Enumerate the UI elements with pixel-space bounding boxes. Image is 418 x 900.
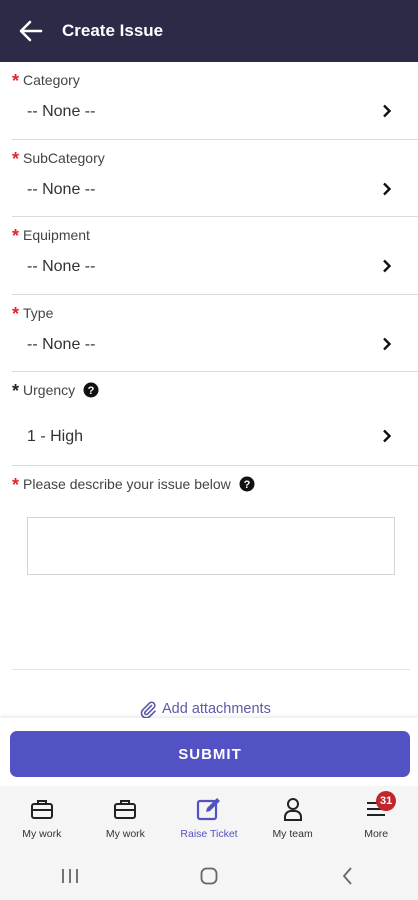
equipment-label: Equipment xyxy=(23,227,90,243)
add-attachments-label: Add attachments xyxy=(162,701,271,717)
recent-apps-button[interactable] xyxy=(40,856,100,896)
tab-my-work[interactable]: My work xyxy=(0,786,84,852)
category-value: -- None -- xyxy=(27,103,96,120)
tab-label: My team xyxy=(272,828,313,840)
urgency-field[interactable]: * Urgency ? 1 - High xyxy=(0,372,418,466)
home-icon xyxy=(200,867,218,885)
submit-bar: SUBMIT xyxy=(0,718,418,786)
system-navigation-bar xyxy=(0,852,418,900)
svg-text:?: ? xyxy=(88,385,95,397)
briefcase-icon xyxy=(30,800,53,819)
required-asterisk-icon: * xyxy=(12,475,20,495)
type-field[interactable]: * Type -- None -- xyxy=(0,295,418,372)
chevron-right-icon xyxy=(383,429,392,443)
tab-label: Raise Ticket xyxy=(180,828,238,840)
required-asterisk-icon: * xyxy=(12,148,20,169)
back-button[interactable] xyxy=(0,0,62,62)
app-header: Create Issue xyxy=(0,0,418,62)
home-button[interactable] xyxy=(179,856,239,896)
subcategory-field[interactable]: * SubCategory -- None -- xyxy=(0,140,418,217)
paperclip-icon xyxy=(140,701,156,718)
type-label: Type xyxy=(23,304,54,321)
required-asterisk-icon: * xyxy=(12,381,20,401)
urgency-label: Urgency xyxy=(23,382,76,398)
equipment-field[interactable]: * Equipment -- None -- xyxy=(0,217,418,295)
tab-label: More xyxy=(364,828,389,840)
description-label-row: * Please describe your issue below ? xyxy=(12,475,255,495)
category-label: Category xyxy=(23,72,80,88)
back-chevron-icon xyxy=(343,867,352,885)
description-textarea[interactable] xyxy=(27,517,395,575)
bottom-tab-bar: My work My work Raise Ticket My team 31 … xyxy=(0,786,418,852)
chevron-right-icon xyxy=(383,259,392,273)
tab-my-work-2[interactable]: My work xyxy=(84,786,168,852)
category-field[interactable]: * Category -- None -- xyxy=(0,62,418,140)
tab-more[interactable]: 31 More xyxy=(334,786,418,852)
urgency-value: 1 - High xyxy=(27,428,84,445)
required-asterisk-icon: * xyxy=(12,71,20,91)
chevron-right-icon xyxy=(383,337,392,350)
subcategory-value: -- None -- xyxy=(27,180,96,198)
type-value: -- None -- xyxy=(27,335,96,353)
required-asterisk-icon: * xyxy=(12,226,20,246)
divider xyxy=(12,465,418,466)
tab-label: My work xyxy=(22,828,62,840)
page-title: Create Issue xyxy=(62,21,164,40)
description-label: Please describe your issue below xyxy=(23,476,231,492)
tab-label: My work xyxy=(105,828,145,840)
subcategory-label: SubCategory xyxy=(23,149,105,166)
chevron-right-icon xyxy=(383,182,392,195)
notification-badge: 31 xyxy=(376,791,397,811)
help-icon[interactable]: ? xyxy=(83,382,99,398)
add-attachments-button[interactable]: Add attachments xyxy=(140,700,271,718)
person-icon xyxy=(283,798,302,821)
help-icon[interactable]: ? xyxy=(239,476,255,492)
back-arrow-icon xyxy=(19,20,43,42)
required-asterisk-icon: * xyxy=(12,303,20,324)
svg-text:?: ? xyxy=(243,479,250,491)
divider xyxy=(12,669,410,670)
issue-form: * Category -- None -- * SubCategory -- Non… xyxy=(0,62,418,466)
chevron-right-icon xyxy=(383,104,392,118)
system-back-button[interactable] xyxy=(318,856,378,896)
equipment-value: -- None -- xyxy=(27,258,96,275)
tab-raise-ticket[interactable]: Raise Ticket xyxy=(167,786,251,852)
briefcase-icon xyxy=(114,800,137,819)
tab-my-team[interactable]: My team xyxy=(251,786,335,852)
edit-icon xyxy=(196,798,220,821)
submit-button[interactable]: SUBMIT xyxy=(10,731,410,777)
recent-apps-icon xyxy=(61,869,78,883)
